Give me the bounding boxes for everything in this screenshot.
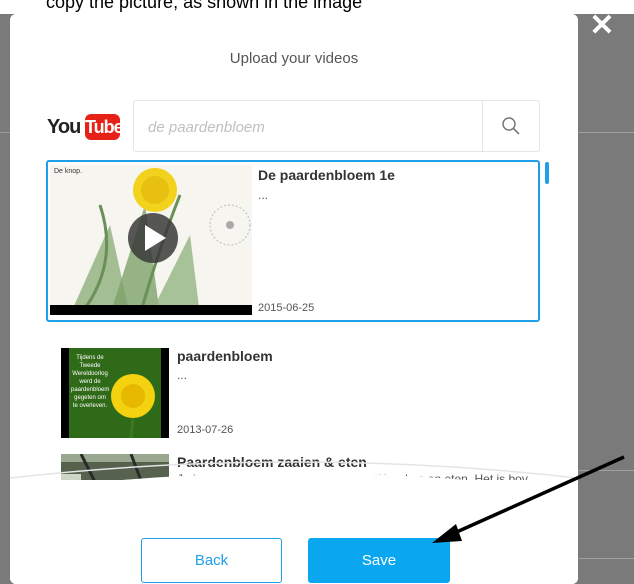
background-text: copy the picture, as shown in the image [46,0,363,12]
background-divider [578,558,634,559]
video-title: De paardenbloem 1e [258,167,395,183]
search-icon [502,117,520,135]
back-button[interactable]: Back [141,538,282,583]
video-results-list: De knop. De paardenbloem 1e ... 2015-06-… [46,160,540,480]
dandelion-illustration [50,165,252,315]
modal-footer [10,484,578,584]
search-button[interactable] [482,101,539,151]
close-icon[interactable]: ✕ [588,11,616,41]
background-divider [578,470,634,471]
youtube-logo-tube: Tube [85,114,124,140]
youtube-logo-you: You [47,116,81,138]
modal-title: Upload your videos [229,50,359,67]
thumbnail-caption: De knop. [54,168,83,175]
background-divider [578,132,634,133]
video-date: 2013-07-26 [177,424,234,436]
results-scrollbar[interactable] [545,162,549,184]
thumbnail-caption: Tijdens de Tweede Wereldoorlog werd de p… [71,355,110,409]
save-button[interactable]: Save [308,538,450,583]
background-page-strip: copy the picture, as shown in the image [0,0,634,14]
background-divider [0,132,10,133]
search-box [133,100,540,153]
video-title: paardenbloem [177,348,273,364]
video-description: ... [258,188,269,202]
video-result[interactable]: Tijdens de Tweede Wereldoorlog werd de p… [46,334,536,438]
video-thumbnail: De knop. [50,165,252,315]
search-input[interactable] [146,101,480,153]
video-thumbnail: Tijdens de Tweede Wereldoorlog werd de p… [61,348,169,438]
video-description: ... [177,368,188,382]
upload-modal: Upload your videos You Tube de paardenbl… [10,14,578,584]
video-date: 2015-06-25 [258,302,315,314]
video-result[interactable]: De knop. De paardenbloem 1e ... 2015-06-… [46,160,540,322]
